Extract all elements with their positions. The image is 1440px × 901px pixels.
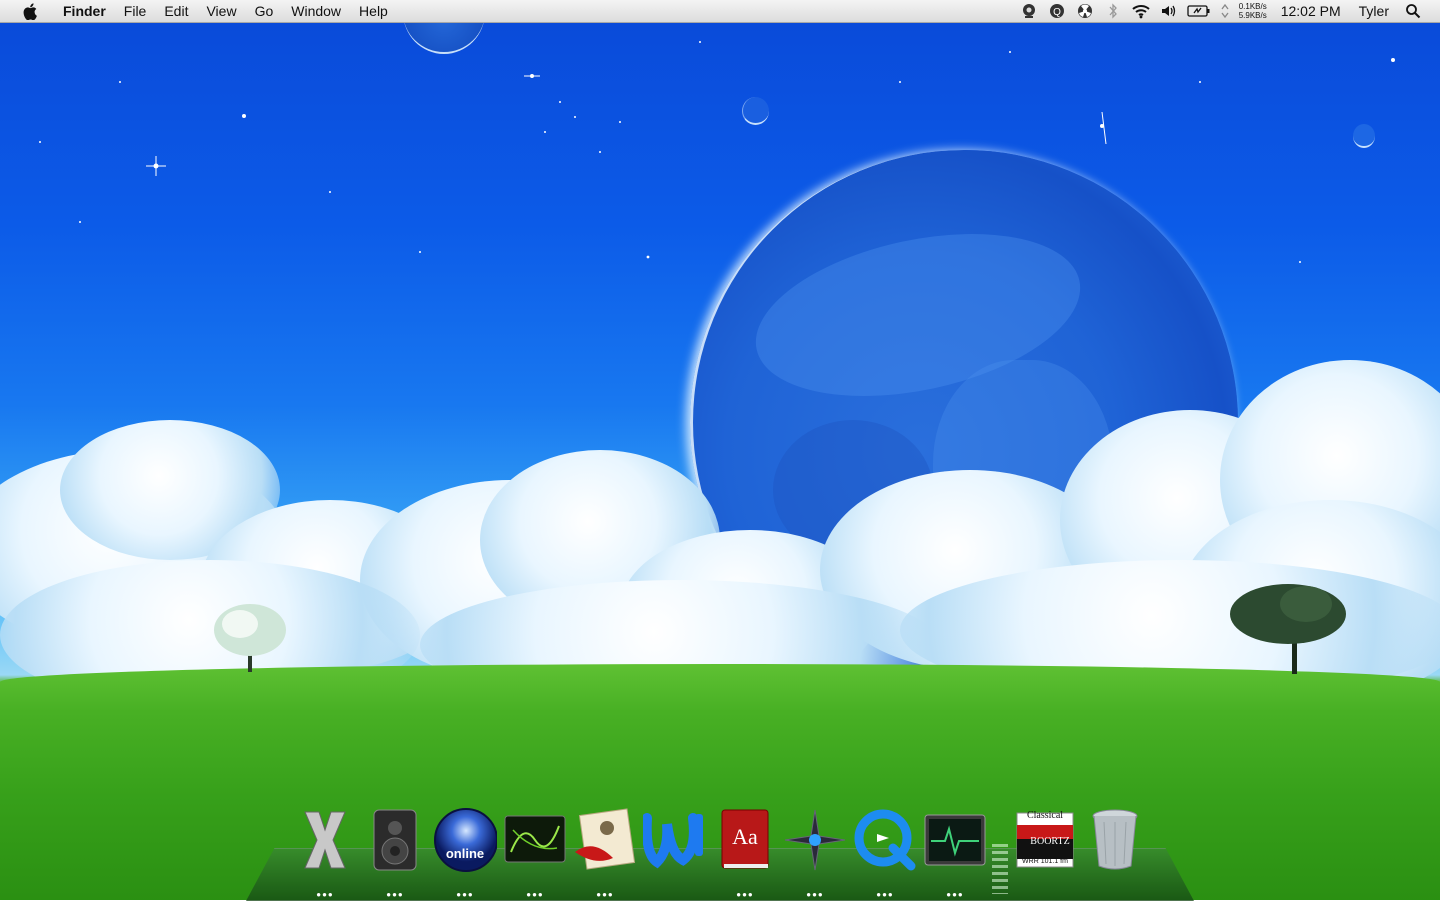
dock-item-radio-station[interactable]: Classical BOORTZ WRR 101.1 fm — [1010, 808, 1080, 900]
volume-icon[interactable] — [1158, 0, 1180, 22]
wifi-icon[interactable] — [1130, 0, 1152, 22]
desktop-wallpaper — [0, 0, 1440, 900]
menu-clock[interactable]: 12:02 PM — [1273, 3, 1349, 19]
spotlight-icon[interactable] — [1402, 0, 1424, 22]
menu-bar: Finder File Edit View Go Window Help Q 0… — [0, 0, 1440, 23]
dock-item-quicktime[interactable]: ●●● — [850, 808, 920, 900]
svg-text:Q: Q — [1053, 7, 1061, 18]
word-icon — [643, 808, 707, 872]
speaker-icon — [363, 808, 427, 872]
menu-go[interactable]: Go — [246, 0, 283, 22]
radiation-icon[interactable] — [1074, 0, 1096, 22]
compass-icon — [783, 808, 847, 872]
dictionary-label: Aa — [732, 824, 758, 849]
dock: ●●● ●●● online ●●● ●●● ●●● Aa ●●● ●●● ●●… — [290, 808, 1150, 900]
network-speed-readout[interactable]: 0.1KB/s 5.9KB/s — [1239, 2, 1267, 20]
dock-item-dictionary[interactable]: Aa ●●● — [710, 808, 780, 900]
dock-item-letter-quill[interactable]: ●●● — [570, 808, 640, 900]
radio-label-bot: WRR 101.1 fm — [1022, 858, 1068, 865]
fast-user-switch[interactable]: Tyler — [1349, 3, 1399, 19]
dock-item-word[interactable] — [640, 808, 710, 900]
menu-view[interactable]: View — [197, 0, 245, 22]
dock-item-compass[interactable]: ●●● — [780, 808, 850, 900]
small-moon — [742, 97, 769, 125]
dock-item-activity-monitor[interactable]: ●●● — [920, 808, 990, 900]
webcam-icon[interactable] — [1018, 0, 1040, 22]
menu-file[interactable]: File — [115, 0, 156, 22]
menu-window[interactable]: Window — [282, 0, 350, 22]
dictionary-icon: Aa — [713, 808, 777, 872]
letter-quill-icon — [573, 808, 637, 872]
dock-item-trash[interactable] — [1080, 808, 1150, 900]
radio-station-icon: Classical BOORTZ WRR 101.1 fm — [1013, 808, 1077, 872]
quicktime-icon — [853, 808, 917, 872]
battery-icon[interactable] — [1186, 0, 1212, 22]
quicksilver-icon[interactable]: Q — [1046, 0, 1068, 22]
dock-item-mac-os-x[interactable]: ●●● — [290, 808, 360, 900]
mac-os-x-icon — [293, 808, 357, 872]
menu-edit[interactable]: Edit — [155, 0, 197, 22]
radio-label-mid: BOORTZ — [1030, 836, 1070, 847]
menu-help[interactable]: Help — [350, 0, 397, 22]
activity-monitor-icon — [923, 808, 987, 872]
radio-label-top: Classical — [1026, 810, 1064, 821]
apple-menu-icon[interactable] — [20, 2, 40, 20]
tree-left — [214, 604, 286, 672]
tree-right — [1230, 584, 1346, 674]
dock-separator[interactable] — [990, 808, 1010, 900]
trash-icon — [1083, 808, 1147, 872]
bluetooth-icon[interactable] — [1102, 0, 1124, 22]
net-up-speed: 0.1KB/s — [1238, 2, 1267, 11]
network-monitor-icon — [503, 808, 567, 872]
small-moon-right — [1353, 124, 1375, 148]
dock-item-speaker[interactable]: ●●● — [360, 808, 430, 900]
menu-app-finder[interactable]: Finder — [54, 0, 115, 22]
updown-arrows-icon[interactable] — [1218, 0, 1232, 22]
dock-item-network-monitor[interactable]: ●●● — [500, 808, 570, 900]
online-label: online — [445, 846, 485, 861]
online-globe-icon: online — [433, 808, 497, 872]
net-down-speed: 5.9KB/s — [1238, 11, 1267, 20]
menu-extras: Q 0.1KB/s 5.9KB/s 12:02 PM Tyler — [1015, 0, 1440, 22]
dock-item-online-globe[interactable]: online ●●● — [430, 808, 500, 900]
